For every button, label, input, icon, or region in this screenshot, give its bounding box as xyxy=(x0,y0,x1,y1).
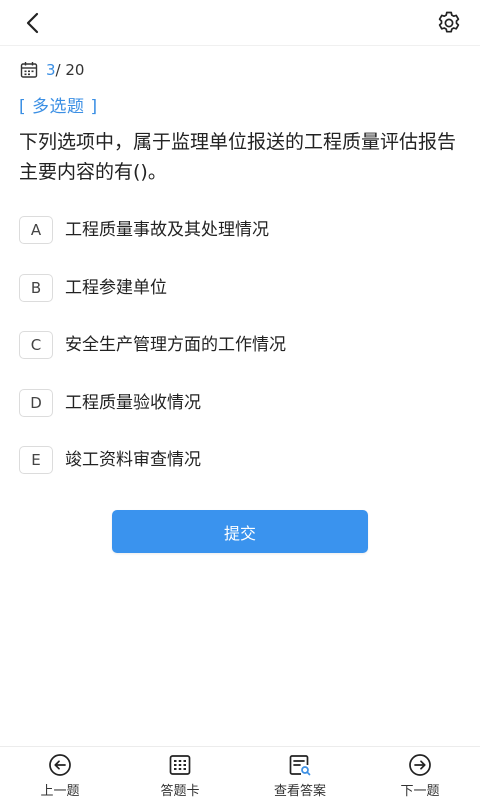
view-answer-label: 查看答案 xyxy=(273,784,326,799)
question-type-label: [ 多选题 ] xyxy=(19,97,98,117)
arrow-left-circle-icon xyxy=(48,753,72,777)
option-d[interactable]: D 工程质量验收情况 xyxy=(19,386,459,444)
option-e[interactable]: E 竣工资料审查情况 xyxy=(19,443,459,501)
option-text[interactable]: 工程质量事故及其处理情况 xyxy=(65,215,269,240)
option-b[interactable]: B 工程参建单位 xyxy=(19,271,459,329)
option-a[interactable]: A 工程质量事故及其处理情况 xyxy=(19,213,459,271)
calendar-icon xyxy=(20,61,38,79)
gear-icon xyxy=(438,11,460,33)
view-answer-tab[interactable]: 查看答案 xyxy=(260,753,340,799)
option-text[interactable]: 竣工资料审查情况 xyxy=(65,445,201,470)
option-letter[interactable]: C xyxy=(19,331,53,359)
view-answer-icon xyxy=(288,753,312,777)
prev-question-tab[interactable]: 上一题 xyxy=(20,753,100,799)
answer-card-tab[interactable]: 答题卡 xyxy=(140,753,220,799)
option-letter[interactable]: D xyxy=(19,388,53,417)
chevron-left-icon xyxy=(26,12,39,34)
question-progress: 3 / 20 xyxy=(20,60,84,80)
submit-button[interactable]: 提交 xyxy=(112,510,368,553)
prev-question-label: 上一题 xyxy=(40,784,80,799)
option-c[interactable]: C 安全生产管理方面的工作情况 xyxy=(19,328,459,386)
question-text: 下列选项中，属于监理单位报送的工程质量评估报告主要内容的有()。 xyxy=(19,131,457,183)
next-question-tab[interactable]: 下一题 xyxy=(380,753,460,799)
arrow-right-circle-icon xyxy=(408,753,432,777)
option-letter[interactable]: E xyxy=(19,446,53,474)
current-question-number: 3 xyxy=(46,61,56,79)
option-letter[interactable]: B xyxy=(19,273,53,302)
bottom-nav: 上一题 答题卡 查看答案 下一题 xyxy=(0,746,480,800)
option-letter[interactable]: A xyxy=(19,216,53,244)
options-list: A 工程质量事故及其处理情况 B 工程参建单位 C 安全生产管理方面的工作情况 … xyxy=(19,213,459,501)
total-questions: / 20 xyxy=(55,61,85,79)
next-question-label: 下一题 xyxy=(400,784,440,799)
option-text[interactable]: 工程质量验收情况 xyxy=(65,388,201,413)
option-text[interactable]: 安全生产管理方面的工作情况 xyxy=(65,330,286,355)
top-bar xyxy=(0,0,480,46)
back-button[interactable] xyxy=(18,8,48,38)
answer-card-label: 答题卡 xyxy=(160,784,200,799)
answer-card-icon xyxy=(168,753,192,777)
option-text[interactable]: 工程参建单位 xyxy=(65,273,167,298)
settings-button[interactable] xyxy=(434,8,464,38)
